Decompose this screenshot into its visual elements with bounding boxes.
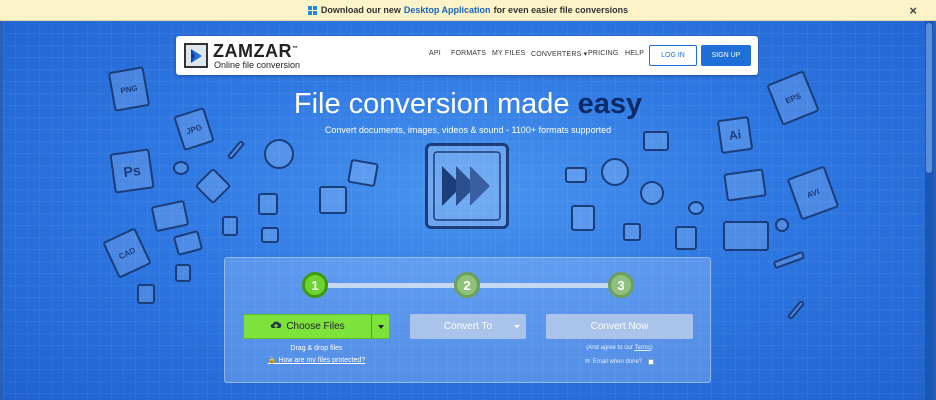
lock-icon: 🔒 (267, 357, 277, 364)
zamzar-logo-icon[interactable] (184, 43, 208, 68)
cad-file-icon: CAD (102, 227, 152, 279)
laptop-icon (723, 221, 769, 251)
doc-file-icon (222, 216, 238, 236)
photoshop-file-icon: Ps (109, 148, 155, 194)
terms-agreement: (And agree to our Terms) (586, 345, 653, 351)
step-1-indicator: 1 (302, 272, 328, 298)
gallery-icon (723, 168, 767, 202)
convert-now-button[interactable]: Convert Now (546, 314, 693, 339)
music-icon-right (688, 201, 704, 215)
cloud-upload-icon (270, 320, 282, 333)
nav-my-files[interactable]: MY FILES (492, 50, 525, 57)
small-image-icon (261, 227, 279, 243)
scrollbar-thumb[interactable] (926, 23, 932, 173)
desktop-application-link[interactable]: Desktop Application (404, 5, 491, 15)
nav-pricing[interactable]: PRICING (588, 50, 619, 57)
sign-up-button[interactable]: SIGN UP (701, 45, 751, 66)
files-protected-link[interactable]: 🔒 How are my files protected? (243, 356, 390, 364)
table-file-icon (175, 264, 191, 282)
image-file-icon (258, 193, 278, 215)
convert-to-label: Convert To (443, 321, 493, 332)
archive-icon (150, 199, 190, 233)
email-checkbox[interactable] (648, 358, 655, 365)
nav-help[interactable]: HELP (625, 50, 644, 57)
terms-link[interactable]: Terms (634, 345, 650, 351)
step-2-indicator: 2 (454, 272, 480, 298)
top-navbar: ZAMZAR™ Online file conversion API FORMA… (176, 36, 758, 75)
close-banner-icon[interactable]: × (909, 4, 917, 17)
page-subtitle: Convert documents, images, videos & soun… (324, 125, 612, 135)
drag-drop-hint: Drag & drop files (290, 345, 343, 352)
image-stack-icon (675, 226, 697, 250)
hero-section: PNG JPG Ps CAD EPS Ai AVI ZAMZAR™ Online… (0, 21, 936, 400)
video-play-icon (347, 158, 379, 188)
video-file-icon (172, 229, 204, 257)
refresh-icon (601, 158, 629, 186)
fast-forward-icon (425, 143, 509, 229)
nav-formats[interactable]: FORMATS (451, 50, 486, 57)
chevron-down-icon: ▾ (583, 51, 588, 58)
play-triangle-icon (194, 167, 232, 205)
desktop-app-banner: Download our new Desktop Application for… (0, 0, 936, 21)
avi-file-icon: AVI (786, 165, 840, 221)
nav-converters[interactable]: CONVERTERS ▾ (531, 50, 587, 58)
wrench-icon (786, 299, 806, 321)
email-when-done[interactable]: ✉ Email when done? (546, 358, 693, 365)
banner-text-after: for even easier file conversions (493, 5, 629, 15)
choose-files-button[interactable]: Choose Files (243, 314, 390, 339)
chevron-down-icon (514, 325, 520, 328)
nav-api[interactable]: API (429, 50, 441, 57)
film-icon (319, 186, 347, 214)
log-in-button[interactable]: LOG IN (649, 45, 697, 66)
music-note-icon (173, 161, 189, 175)
choose-files-dropdown[interactable] (371, 315, 389, 338)
page-scrollbar[interactable] (925, 21, 933, 400)
pencil-icon (226, 139, 246, 161)
folder-icon (565, 167, 587, 183)
convert-to-select[interactable]: Convert To (410, 314, 526, 339)
envelope-icon: ✉ (584, 359, 590, 365)
page-file-icon (137, 284, 155, 304)
step-3-indicator: 3 (608, 272, 634, 298)
converter-panel: 1 2 3 Choose Files Convert To Convert No… (224, 257, 711, 383)
play-circle-icon (640, 181, 664, 205)
magnifier-icon (775, 218, 789, 232)
choose-files-label: Choose Files (286, 321, 345, 332)
banner-text-before: Download our new (320, 5, 401, 15)
copy-files-icon (571, 205, 595, 231)
ruler-icon (772, 250, 806, 270)
windows-icon (307, 5, 317, 15)
choose-files-main[interactable]: Choose Files (244, 320, 371, 333)
page-title: File conversion made easy (293, 88, 643, 120)
illustrator-file-icon: Ai (716, 115, 754, 155)
logo-tagline: Online file conversion (214, 60, 301, 70)
logo-name[interactable]: ZAMZAR™ (213, 41, 298, 62)
disc-icon (264, 139, 294, 169)
calendar-icon (623, 223, 641, 241)
